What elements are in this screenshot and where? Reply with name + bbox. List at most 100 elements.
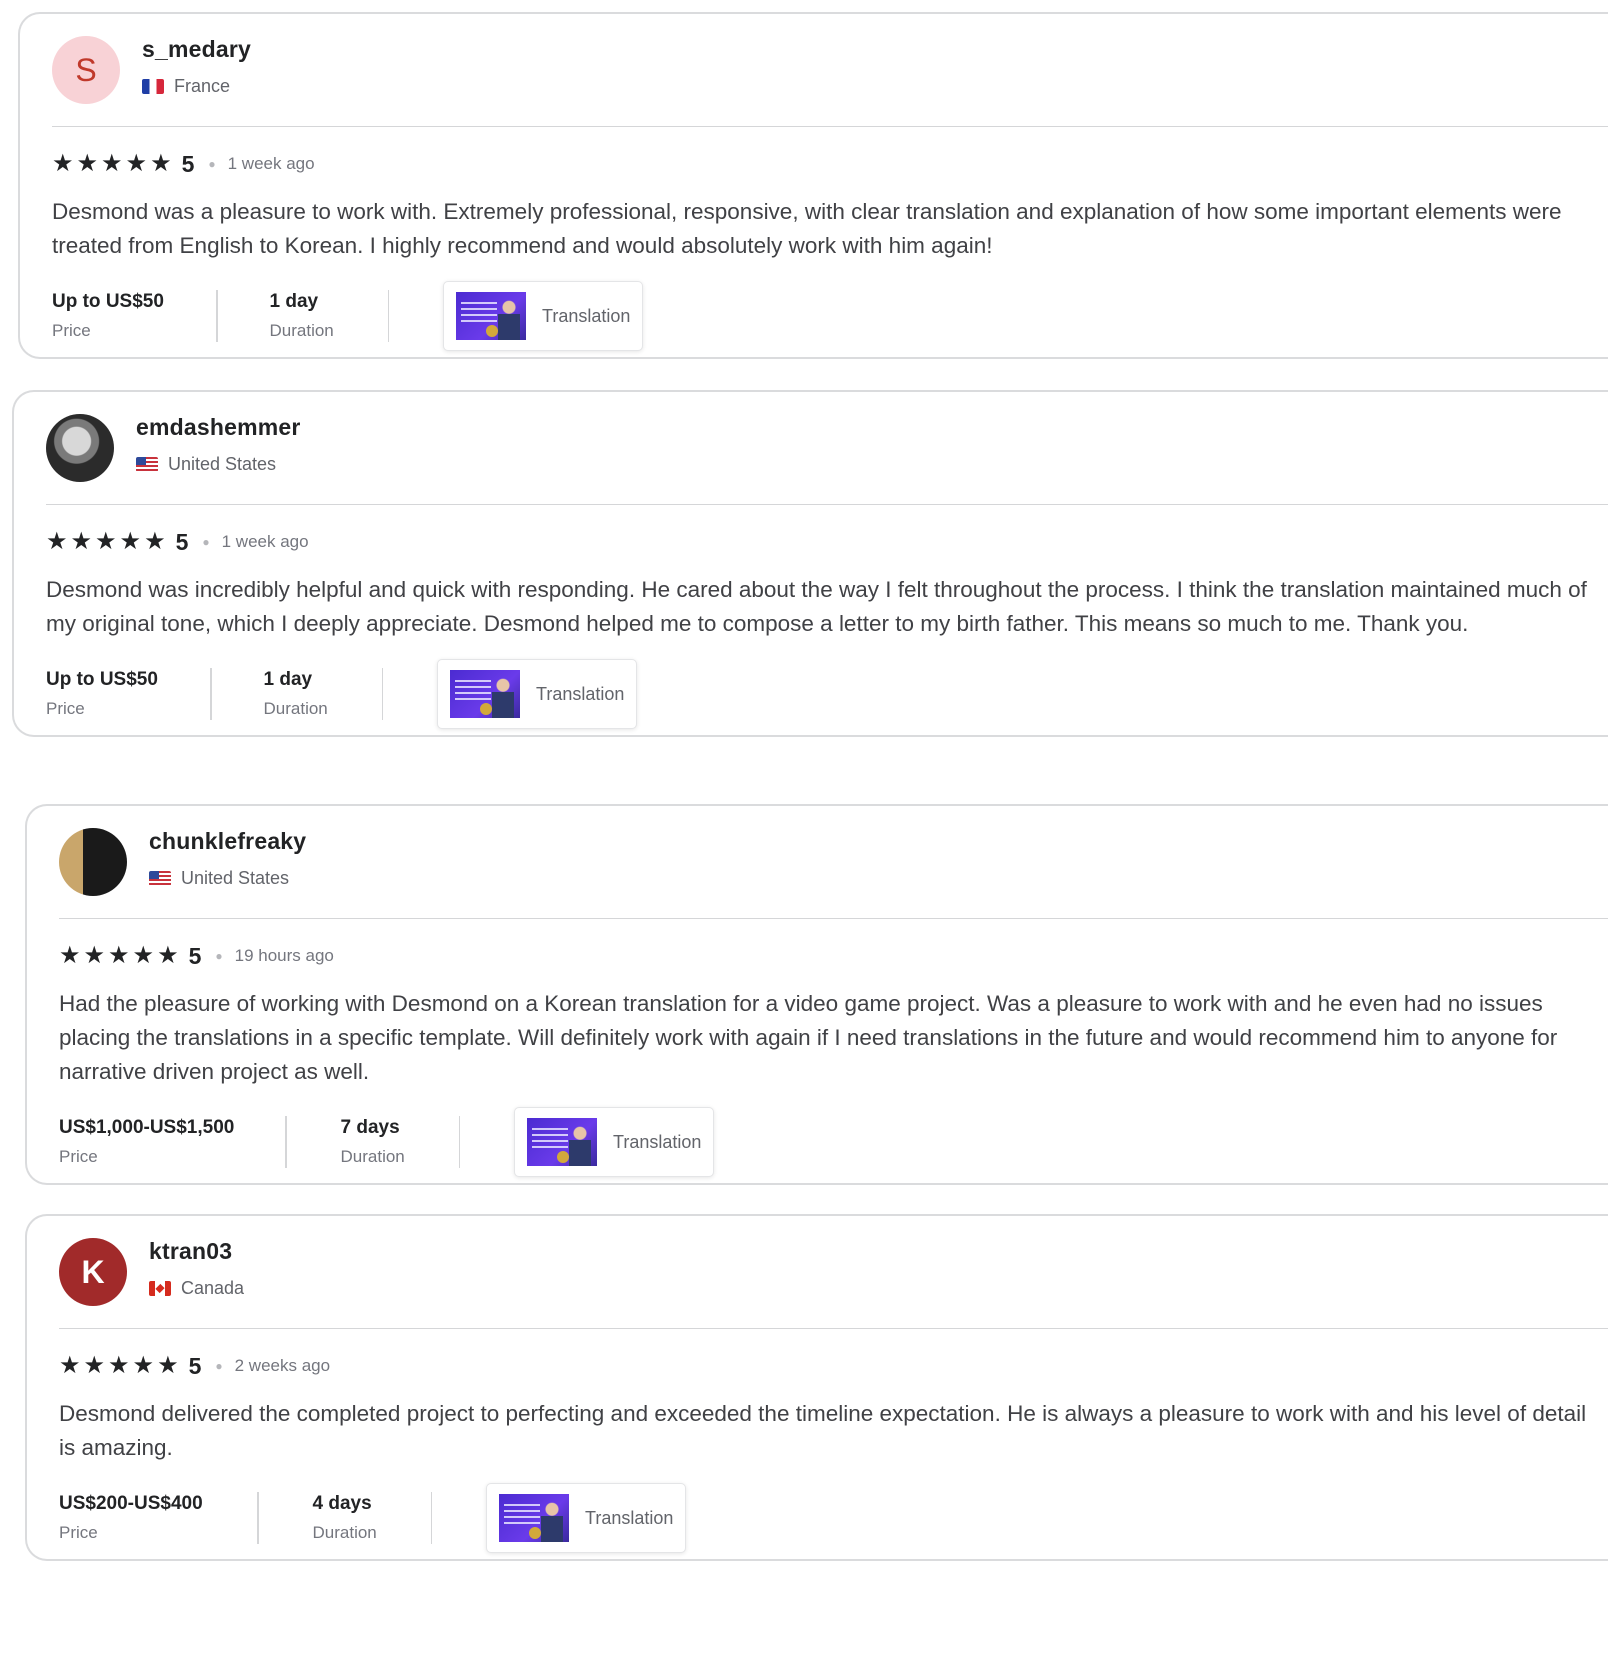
price-block: Up to US$50 Price bbox=[52, 286, 216, 346]
gig-label: Translation bbox=[536, 683, 625, 704]
divider bbox=[430, 1492, 432, 1544]
review-text: Desmond delivered the completed project … bbox=[59, 1401, 1587, 1460]
gig-link[interactable]: Translation bbox=[514, 1107, 715, 1177]
gig-thumbnail bbox=[456, 292, 526, 340]
price-value: Up to US$50 bbox=[46, 669, 158, 690]
price-value: Up to US$50 bbox=[52, 291, 164, 312]
price-label: Price bbox=[52, 321, 91, 340]
duration-label: Duration bbox=[263, 699, 328, 718]
duration-label: Duration bbox=[269, 321, 334, 340]
price-label: Price bbox=[59, 1147, 98, 1166]
review-header: emdashemmer United States bbox=[46, 392, 1608, 505]
canada-flag-icon bbox=[149, 1281, 171, 1296]
price-value: US$1,000-US$1,500 bbox=[59, 1117, 235, 1138]
gig-label: Translation bbox=[542, 305, 631, 326]
star-icon: ★ bbox=[125, 150, 148, 177]
duration-block: 4 days Duration bbox=[259, 1488, 431, 1548]
reviewer-country: United States bbox=[149, 868, 289, 889]
country-label: United States bbox=[168, 454, 277, 474]
review-card: S s_medary France ★ ★ ★ ★ ★ 5 ● 1 week a… bbox=[18, 12, 1608, 359]
star-icon: ★ bbox=[70, 528, 93, 555]
duration-block: 1 day Duration bbox=[212, 664, 382, 724]
divider bbox=[458, 1116, 460, 1168]
rating-value: 5 bbox=[175, 528, 189, 555]
france-flag-icon bbox=[142, 79, 164, 94]
reviewer-username[interactable]: s_medary bbox=[142, 36, 251, 63]
star-icon: ★ bbox=[83, 1352, 106, 1379]
review-time: 1 week ago bbox=[227, 154, 315, 173]
review-meta: US$200-US$400 Price 4 days Duration Tran… bbox=[59, 1477, 1608, 1559]
reviewer-country: France bbox=[142, 76, 230, 97]
reviewer-username[interactable]: chunklefreaky bbox=[149, 828, 306, 855]
rating-value: 5 bbox=[188, 942, 202, 969]
star-icon: ★ bbox=[59, 942, 81, 969]
star-icon: ★ bbox=[132, 942, 155, 969]
star-icon: ★ bbox=[157, 942, 179, 969]
duration-value: 1 day bbox=[263, 669, 313, 690]
duration-label: Duration bbox=[340, 1147, 405, 1166]
review-header: K ktran03 Canada bbox=[59, 1216, 1608, 1329]
gig-thumbnail bbox=[450, 670, 520, 718]
country-label: United States bbox=[181, 868, 290, 888]
price-block: Up to US$50 Price bbox=[46, 664, 210, 724]
separator-dot: ● bbox=[215, 1359, 223, 1373]
review-meta: US$1,000-US$1,500 Price 7 days Duration … bbox=[59, 1101, 1608, 1183]
avatar[interactable] bbox=[59, 828, 127, 896]
price-block: US$200-US$400 Price bbox=[59, 1488, 257, 1548]
gig-link[interactable]: Translation bbox=[443, 281, 644, 351]
separator-dot: ● bbox=[215, 949, 223, 963]
avatar[interactable]: S bbox=[52, 36, 120, 104]
review-time: 2 weeks ago bbox=[234, 1356, 331, 1375]
review-header: S s_medary France bbox=[52, 14, 1608, 127]
avatar[interactable] bbox=[46, 414, 114, 482]
gig-link[interactable]: Translation bbox=[437, 659, 638, 729]
review-header: chunklefreaky United States bbox=[59, 806, 1608, 919]
price-value: US$200-US$400 bbox=[59, 1493, 203, 1514]
review-meta: Up to US$50 Price 1 day Duration Transla… bbox=[46, 653, 1608, 735]
star-icon: ★ bbox=[108, 1352, 130, 1379]
gig-label: Translation bbox=[613, 1131, 702, 1152]
star-icon: ★ bbox=[95, 528, 117, 555]
star-icon: ★ bbox=[52, 150, 74, 177]
rating-value: 5 bbox=[181, 150, 195, 177]
reviewer-country: United States bbox=[136, 454, 276, 475]
star-icon: ★ bbox=[144, 528, 166, 555]
duration-block: 7 days Duration bbox=[287, 1112, 459, 1172]
star-icon: ★ bbox=[83, 942, 106, 969]
gig-link[interactable]: Translation bbox=[486, 1483, 687, 1553]
review-card: K ktran03 Canada ★ ★ ★ ★ ★ 5 ● 2 weeks a… bbox=[25, 1214, 1608, 1561]
star-icon: ★ bbox=[150, 150, 172, 177]
star-rating: ★ ★ ★ ★ ★ bbox=[46, 530, 166, 554]
rating-value: 5 bbox=[188, 1352, 202, 1379]
star-icon: ★ bbox=[157, 1352, 179, 1379]
review-text: Had the pleasure of working with Desmond… bbox=[59, 991, 1558, 1084]
duration-block: 1 day Duration bbox=[218, 286, 388, 346]
review-card: emdashemmer United States ★ ★ ★ ★ ★ 5 ● … bbox=[12, 390, 1608, 737]
rating-row: ★ ★ ★ ★ ★ 5 ● 2 weeks ago bbox=[59, 1351, 1608, 1381]
price-block: US$1,000-US$1,500 Price bbox=[59, 1112, 285, 1172]
rating-row: ★ ★ ★ ★ ★ 5 ● 1 week ago bbox=[46, 527, 1608, 557]
star-icon: ★ bbox=[76, 150, 99, 177]
star-icon: ★ bbox=[59, 1352, 81, 1379]
duration-label: Duration bbox=[312, 1523, 377, 1542]
review-text: Desmond was incredibly helpful and quick… bbox=[46, 577, 1587, 636]
separator-dot: ● bbox=[208, 157, 216, 171]
review-time: 19 hours ago bbox=[234, 946, 334, 965]
star-icon: ★ bbox=[46, 528, 68, 555]
us-flag-icon bbox=[136, 457, 158, 472]
avatar[interactable]: K bbox=[59, 1238, 127, 1306]
separator-dot: ● bbox=[202, 535, 210, 549]
reviewer-username[interactable]: ktran03 bbox=[149, 1238, 232, 1265]
duration-value: 4 days bbox=[312, 1493, 372, 1514]
duration-value: 1 day bbox=[269, 291, 319, 312]
duration-value: 7 days bbox=[340, 1117, 400, 1138]
star-rating: ★ ★ ★ ★ ★ bbox=[52, 152, 172, 176]
gig-label: Translation bbox=[585, 1507, 674, 1528]
country-label: Canada bbox=[181, 1278, 245, 1298]
review-card: chunklefreaky United States ★ ★ ★ ★ ★ 5 … bbox=[25, 804, 1608, 1185]
review-time: 1 week ago bbox=[221, 532, 309, 551]
country-label: France bbox=[174, 76, 231, 96]
star-icon: ★ bbox=[119, 528, 142, 555]
reviewer-username[interactable]: emdashemmer bbox=[136, 414, 301, 441]
price-label: Price bbox=[46, 699, 85, 718]
